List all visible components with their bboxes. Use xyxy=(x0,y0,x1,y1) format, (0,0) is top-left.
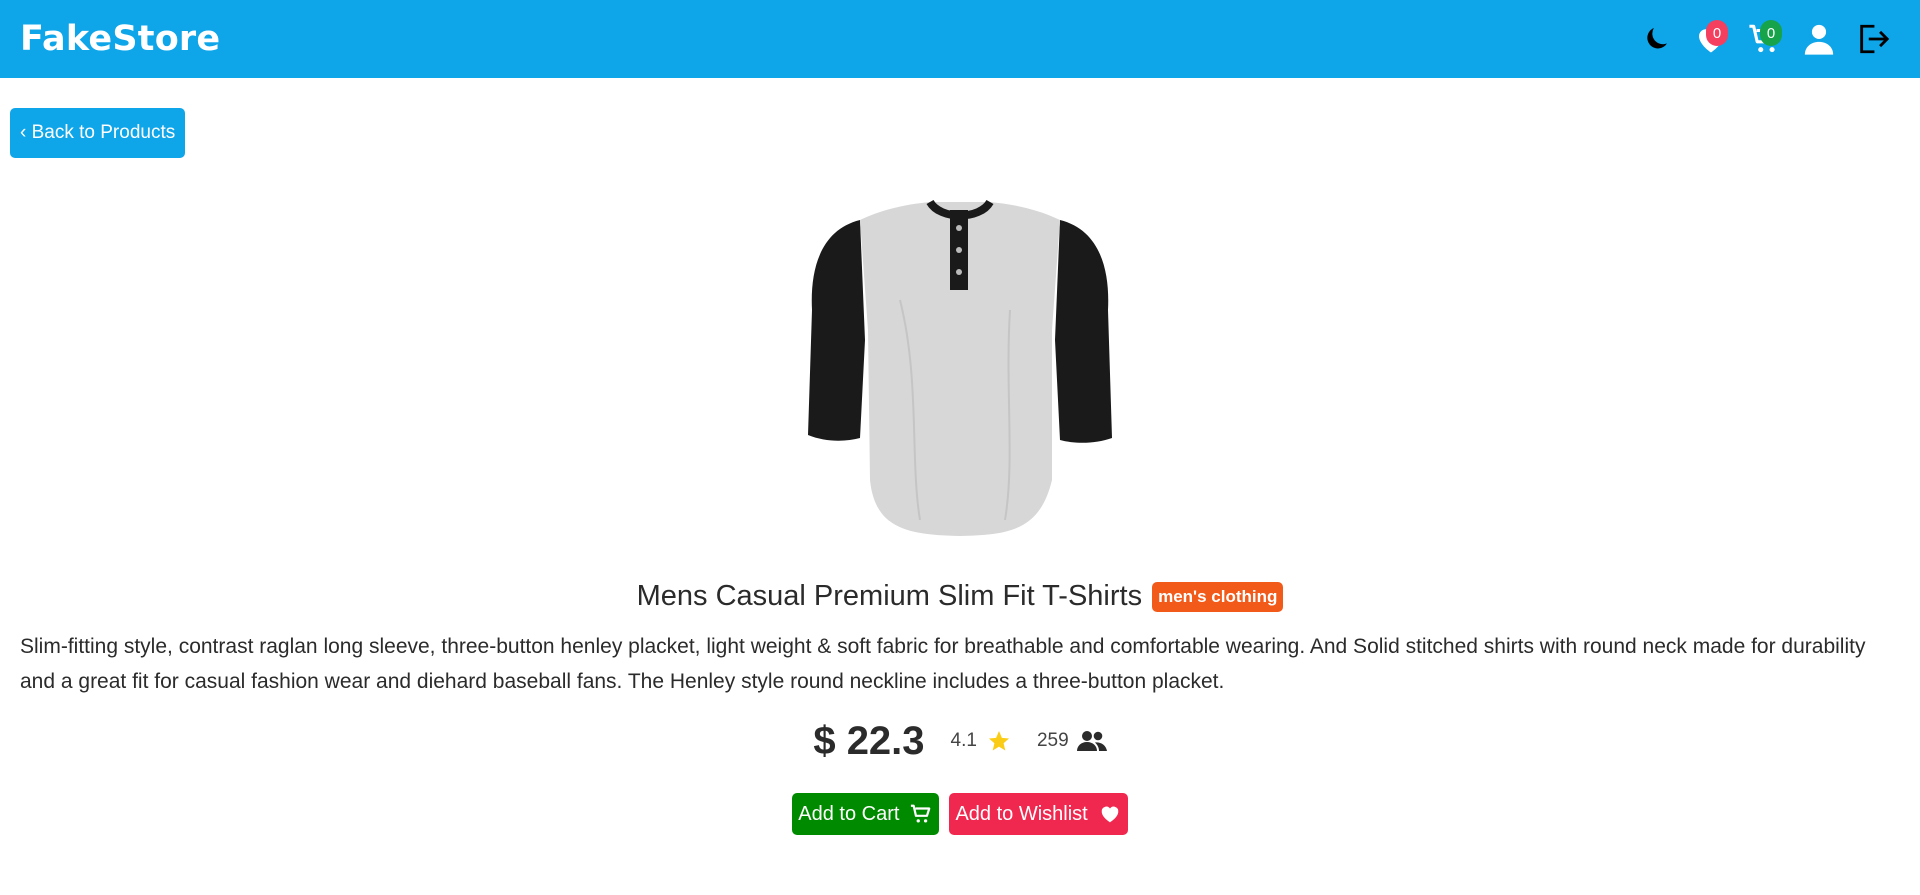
cart-button[interactable]: 0 xyxy=(1738,12,1792,66)
rating-count: 259 xyxy=(1037,729,1107,753)
nav-icons: 0 0 xyxy=(1630,0,1900,78)
add-to-cart-label: Add to Cart xyxy=(798,802,900,825)
add-to-cart-button[interactable]: Add to Cart xyxy=(792,793,940,835)
logout-button[interactable] xyxy=(1846,12,1900,66)
logout-icon xyxy=(1860,24,1890,54)
product-price: $ 22.3 xyxy=(813,718,925,763)
cart-count-badge: 0 xyxy=(1760,20,1782,46)
product-title: Mens Casual Premium Slim Fit T-Shirts xyxy=(636,580,1143,612)
heart-icon xyxy=(1101,806,1118,823)
cart-icon xyxy=(911,804,931,823)
product-rating: 4.1 xyxy=(951,729,1011,753)
add-to-wishlist-label: Add to Wishlist xyxy=(955,802,1088,825)
product-meta: $ 22.3 4.1 259 xyxy=(0,715,1920,767)
users-icon xyxy=(1076,731,1107,751)
product-description: Slim-fitting style, contrast raglan long… xyxy=(20,635,1866,693)
navbar: FakeStore 0 0 xyxy=(0,0,1920,78)
user-icon xyxy=(1804,24,1834,55)
dark-mode-toggle[interactable] xyxy=(1630,12,1684,66)
wishlist-button[interactable]: 0 xyxy=(1684,12,1738,66)
profile-button[interactable] xyxy=(1792,12,1846,66)
rating-count-value: 259 xyxy=(1036,730,1069,751)
product-image xyxy=(808,199,1112,536)
rating-value: 4.1 xyxy=(950,730,977,751)
product-title-row: Mens Casual Premium Slim Fit T-Shirts me… xyxy=(0,580,1920,613)
brand-logo[interactable]: FakeStore xyxy=(20,19,220,59)
category-badge: men's clothing xyxy=(1152,581,1284,612)
back-to-products-button[interactable]: ‹ Back to Products xyxy=(10,108,186,158)
product-actions: Add to Cart Add to Wishlist xyxy=(0,793,1920,835)
moon-icon xyxy=(1647,28,1667,49)
wishlist-count-badge: 0 xyxy=(1706,20,1728,46)
star-icon xyxy=(988,731,1009,751)
add-to-wishlist-button[interactable]: Add to Wishlist xyxy=(949,793,1128,835)
